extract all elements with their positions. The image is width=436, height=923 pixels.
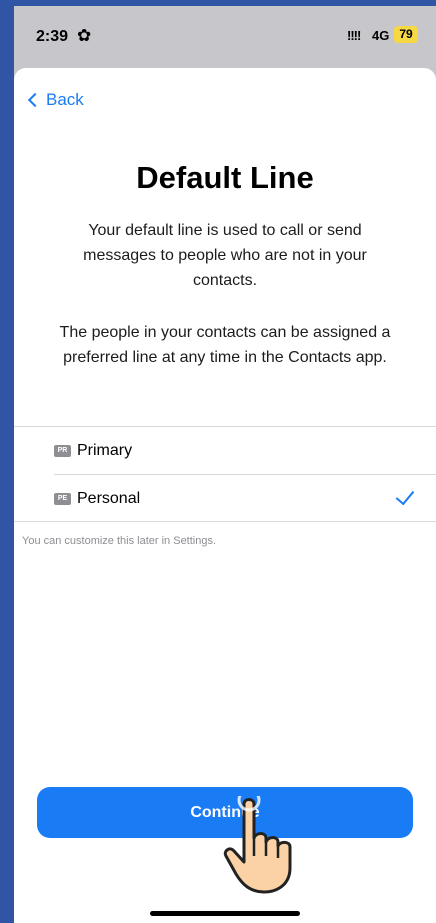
description-default-line: Your default line is used to call or sen…: [83, 222, 367, 289]
status-bar: 2:39 ✿ !!!! 4G 79: [14, 6, 436, 68]
chevron-left-icon: [27, 92, 43, 108]
palette-icon: ✿: [77, 26, 92, 45]
page-title: Default Line: [136, 160, 314, 195]
option-label: Primary: [77, 441, 133, 459]
home-indicator[interactable]: [150, 911, 300, 916]
option-primary[interactable]: PR Primary: [14, 427, 436, 474]
frame-left: [0, 0, 14, 923]
battery-indicator: 79: [394, 26, 418, 43]
option-label: Personal: [77, 489, 141, 507]
line-badge-icon: PE: [54, 492, 71, 505]
phone-screen: 2:39 ✿ !!!! 4G 79 Back Default Line Your…: [14, 6, 436, 923]
signal-icon: !!!!: [347, 28, 361, 43]
back-button[interactable]: Back: [26, 90, 84, 110]
status-time: 2:39: [36, 28, 69, 45]
modal-sheet: Back Default Line Your default line is u…: [14, 68, 436, 923]
back-label: Back: [46, 90, 84, 109]
checkmark-icon: [395, 485, 415, 506]
hint-text: You can customize this later in Settings…: [22, 535, 217, 547]
network-type: 4G: [372, 28, 390, 43]
line-options-list: PR Primary PE Personal: [14, 426, 436, 522]
option-personal[interactable]: PE Personal: [14, 475, 436, 522]
line-badge-icon: PR: [54, 444, 71, 457]
pointing-hand-icon: [223, 796, 292, 894]
description-contacts: The people in your contacts can be assig…: [59, 324, 391, 366]
